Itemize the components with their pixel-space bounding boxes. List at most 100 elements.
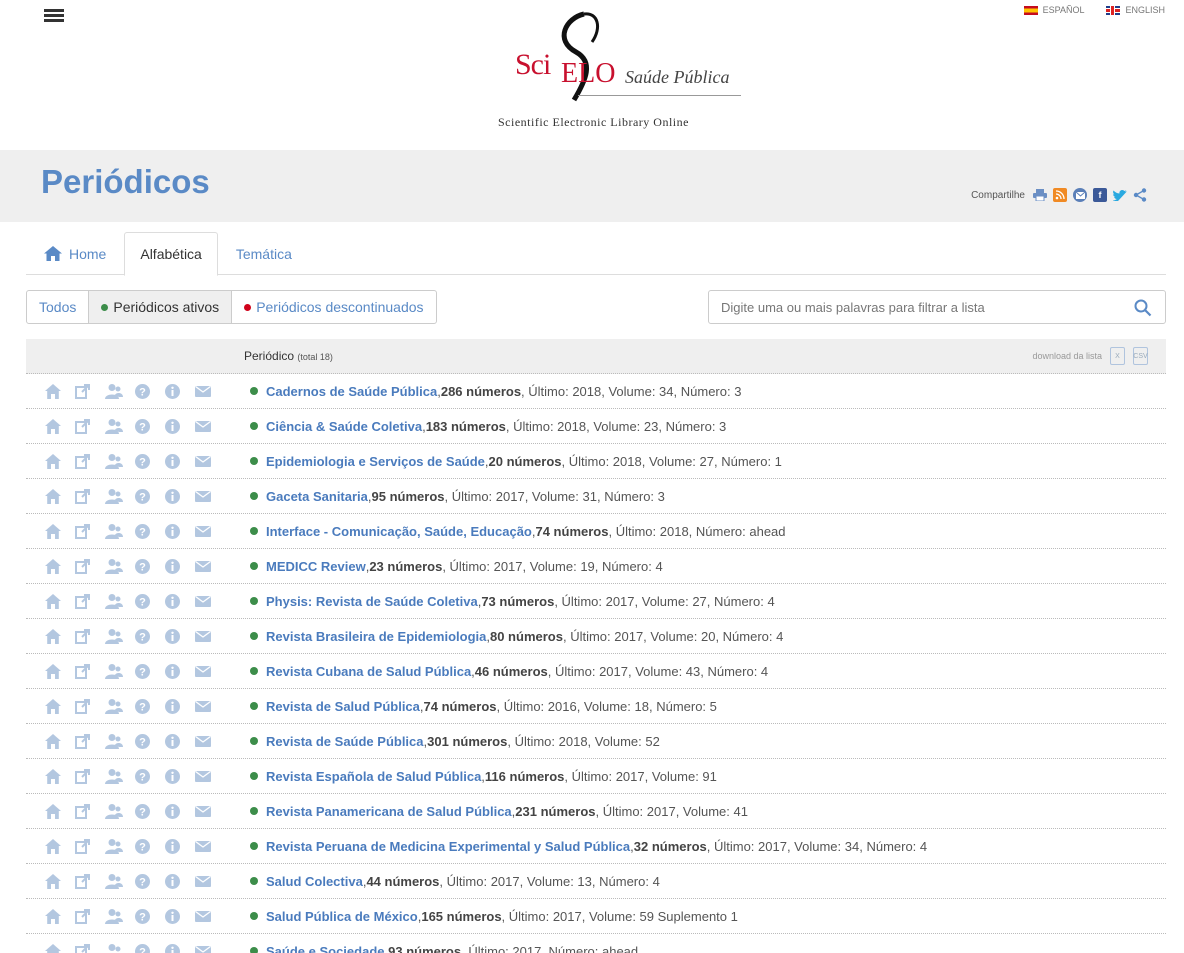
- home-icon[interactable]: [45, 558, 75, 574]
- filter-todos[interactable]: Todos: [27, 291, 90, 323]
- mail-icon[interactable]: [195, 873, 225, 889]
- journal-link[interactable]: Cadernos de Saúde Pública: [266, 384, 437, 399]
- home-icon[interactable]: [45, 943, 75, 953]
- info-icon[interactable]: [165, 663, 195, 679]
- external-link-icon[interactable]: [75, 908, 105, 924]
- home-icon[interactable]: [45, 698, 75, 714]
- users-icon[interactable]: [105, 523, 135, 539]
- mail-icon[interactable]: [195, 908, 225, 924]
- excel-download-icon[interactable]: X: [1110, 347, 1125, 365]
- help-icon[interactable]: ?: [135, 908, 165, 924]
- external-link-icon[interactable]: [75, 558, 105, 574]
- help-icon[interactable]: ?: [135, 733, 165, 749]
- mail-icon[interactable]: [195, 418, 225, 434]
- filter-ativos[interactable]: Periódicos ativos: [89, 291, 233, 323]
- home-icon[interactable]: [45, 873, 75, 889]
- mail-icon[interactable]: [195, 698, 225, 714]
- journal-link[interactable]: Interface - Comunicação, Saúde, Educação: [266, 524, 532, 539]
- help-icon[interactable]: ?: [135, 558, 165, 574]
- journal-link[interactable]: Revista de Saúde Pública: [266, 734, 424, 749]
- info-icon[interactable]: [165, 558, 195, 574]
- tab-home[interactable]: Home: [26, 232, 124, 275]
- users-icon[interactable]: [105, 943, 135, 953]
- journal-link[interactable]: Saúde e Sociedade: [266, 944, 385, 953]
- filter-descontinuados[interactable]: Periódicos descontinuados: [232, 291, 435, 323]
- email-share-icon[interactable]: [1073, 188, 1087, 202]
- users-icon[interactable]: [105, 558, 135, 574]
- mail-icon[interactable]: [195, 733, 225, 749]
- mail-icon[interactable]: [195, 593, 225, 609]
- facebook-icon[interactable]: f: [1093, 188, 1107, 202]
- search-icon[interactable]: [1134, 299, 1152, 317]
- journal-link[interactable]: Revista Cubana de Salud Pública: [266, 664, 471, 679]
- external-link-icon[interactable]: [75, 488, 105, 504]
- users-icon[interactable]: [105, 873, 135, 889]
- home-icon[interactable]: [45, 768, 75, 784]
- info-icon[interactable]: [165, 628, 195, 644]
- users-icon[interactable]: [105, 628, 135, 644]
- external-link-icon[interactable]: [75, 593, 105, 609]
- info-icon[interactable]: [165, 733, 195, 749]
- users-icon[interactable]: [105, 908, 135, 924]
- journal-link[interactable]: Revista Española de Salud Pública: [266, 769, 481, 784]
- menu-icon[interactable]: [44, 9, 64, 23]
- help-icon[interactable]: ?: [135, 768, 165, 784]
- help-icon[interactable]: ?: [135, 418, 165, 434]
- info-icon[interactable]: [165, 908, 195, 924]
- info-icon[interactable]: [165, 698, 195, 714]
- users-icon[interactable]: [105, 593, 135, 609]
- info-icon[interactable]: [165, 523, 195, 539]
- journal-link[interactable]: Gaceta Sanitaria: [266, 489, 368, 504]
- journal-link[interactable]: MEDICC Review: [266, 559, 366, 574]
- mail-icon[interactable]: [195, 488, 225, 504]
- home-icon[interactable]: [45, 663, 75, 679]
- help-icon[interactable]: ?: [135, 593, 165, 609]
- external-link-icon[interactable]: [75, 628, 105, 644]
- journal-link[interactable]: Physis: Revista de Saúde Coletiva: [266, 594, 478, 609]
- mail-icon[interactable]: [195, 943, 225, 953]
- journal-link[interactable]: Salud Pública de México: [266, 909, 418, 924]
- users-icon[interactable]: [105, 488, 135, 504]
- help-icon[interactable]: ?: [135, 698, 165, 714]
- users-icon[interactable]: [105, 838, 135, 854]
- users-icon[interactable]: [105, 768, 135, 784]
- external-link-icon[interactable]: [75, 453, 105, 469]
- help-icon[interactable]: ?: [135, 838, 165, 854]
- mail-icon[interactable]: [195, 523, 225, 539]
- info-icon[interactable]: [165, 453, 195, 469]
- home-icon[interactable]: [45, 803, 75, 819]
- journal-link[interactable]: Salud Colectiva: [266, 874, 363, 889]
- csv-download-icon[interactable]: CSV: [1133, 347, 1148, 365]
- journal-link[interactable]: Epidemiologia e Serviços de Saúde: [266, 454, 485, 469]
- mail-icon[interactable]: [195, 558, 225, 574]
- journal-link[interactable]: Ciência & Saúde Coletiva: [266, 419, 422, 434]
- help-icon[interactable]: ?: [135, 943, 165, 953]
- home-icon[interactable]: [45, 418, 75, 434]
- home-icon[interactable]: [45, 523, 75, 539]
- external-link-icon[interactable]: [75, 383, 105, 399]
- info-icon[interactable]: [165, 383, 195, 399]
- help-icon[interactable]: ?: [135, 523, 165, 539]
- users-icon[interactable]: [105, 698, 135, 714]
- lang-espanol[interactable]: ESPAÑOL: [1023, 5, 1084, 15]
- journal-link[interactable]: Revista Panamericana de Salud Pública: [266, 804, 512, 819]
- users-icon[interactable]: [105, 733, 135, 749]
- help-icon[interactable]: ?: [135, 803, 165, 819]
- mail-icon[interactable]: [195, 383, 225, 399]
- scielo-logo[interactable]: Sci ELO Saúde Pública Scientific Electro…: [498, 10, 748, 132]
- home-icon[interactable]: [45, 733, 75, 749]
- help-icon[interactable]: ?: [135, 873, 165, 889]
- mail-icon[interactable]: [195, 838, 225, 854]
- share-icon[interactable]: [1133, 188, 1147, 202]
- home-icon[interactable]: [45, 908, 75, 924]
- info-icon[interactable]: [165, 943, 195, 953]
- home-icon[interactable]: [45, 453, 75, 469]
- users-icon[interactable]: [105, 663, 135, 679]
- external-link-icon[interactable]: [75, 943, 105, 953]
- journal-link[interactable]: Revista Brasileira de Epidemiologia: [266, 629, 486, 644]
- external-link-icon[interactable]: [75, 838, 105, 854]
- twitter-icon[interactable]: [1113, 188, 1127, 202]
- external-link-icon[interactable]: [75, 873, 105, 889]
- info-icon[interactable]: [165, 838, 195, 854]
- journal-link[interactable]: Revista de Salud Pública: [266, 699, 420, 714]
